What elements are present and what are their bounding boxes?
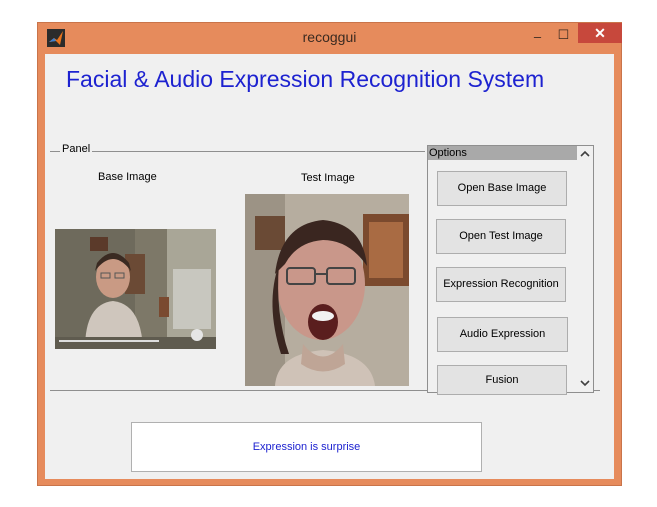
base-image: [55, 229, 216, 349]
app-heading: Facial & Audio Expression Recognition Sy…: [66, 66, 545, 92]
app-window: recoggui – ☐ ✕ Facial & Audio Expression…: [37, 22, 622, 486]
test-image: [245, 194, 409, 386]
chevron-up-icon[interactable]: [577, 146, 593, 162]
options-scrollbar[interactable]: [577, 146, 593, 392]
close-button[interactable]: ✕: [578, 23, 622, 43]
open-test-image-button[interactable]: Open Test Image: [436, 219, 566, 254]
figure-area: Facial & Audio Expression Recognition Sy…: [45, 54, 614, 479]
open-base-image-button[interactable]: Open Base Image: [437, 171, 567, 206]
test-image-label: Test Image: [301, 172, 355, 184]
expression-recognition-button[interactable]: Expression Recognition: [436, 267, 566, 302]
maximize-button[interactable]: ☐: [551, 25, 576, 45]
chevron-down-icon[interactable]: [577, 376, 593, 392]
options-panel: Options Open Base Image Open Test Image …: [427, 145, 594, 395]
title-bar[interactable]: recoggui – ☐ ✕: [38, 23, 622, 54]
panel-title: Panel: [60, 143, 93, 155]
audio-expression-button[interactable]: Audio Expression: [437, 317, 568, 352]
panel-border-top: [50, 151, 425, 152]
minimize-button[interactable]: –: [525, 27, 550, 47]
fusion-button[interactable]: Fusion: [437, 365, 567, 395]
base-image-label: Base Image: [98, 171, 157, 183]
options-header: Options: [428, 146, 579, 160]
result-display: Expression is surprise: [131, 422, 482, 472]
